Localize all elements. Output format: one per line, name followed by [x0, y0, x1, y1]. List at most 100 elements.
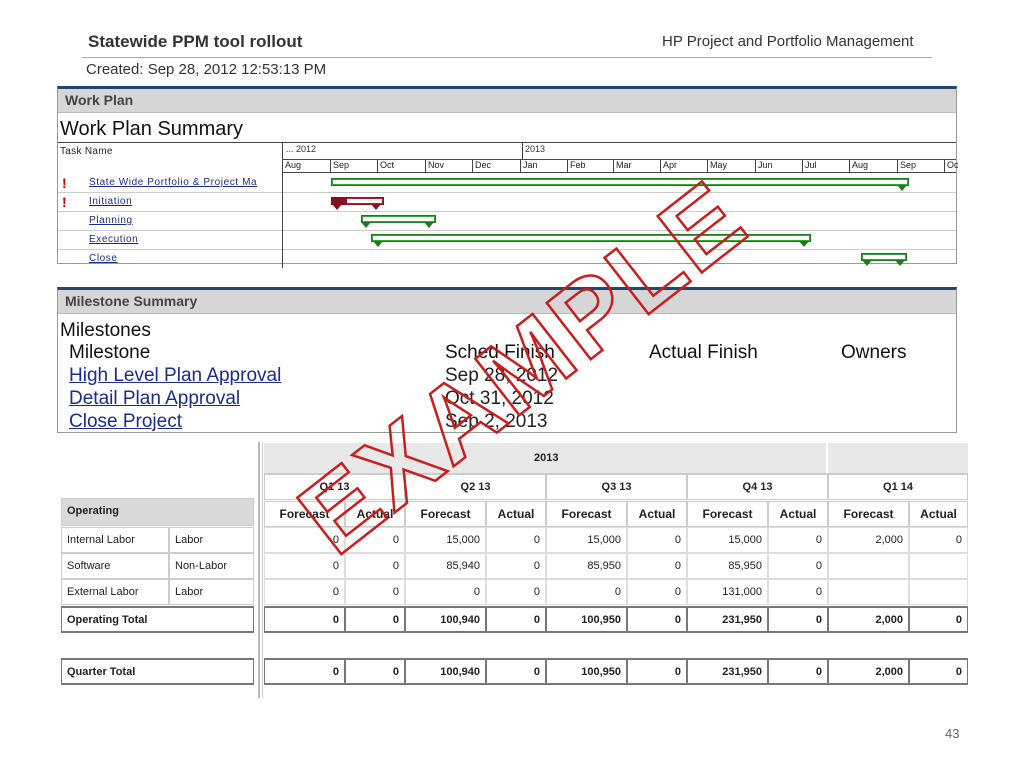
- row-type: Non-Labor: [169, 553, 254, 579]
- month-cell: Dec: [472, 160, 520, 172]
- operating-total-label: Operating Total: [61, 606, 254, 633]
- task-link[interactable]: Planning: [89, 215, 281, 226]
- table-separator: [258, 442, 260, 698]
- sub-header-row: Forecast Actual Forecast Actual Forecast…: [264, 501, 968, 527]
- value-cell: 231,950: [687, 606, 768, 633]
- milestone-heading: Milestone Summary: [65, 293, 198, 309]
- quarter-total-label: Quarter Total: [61, 658, 254, 685]
- row-type: Labor: [169, 579, 254, 605]
- month-cell: Jul: [802, 160, 849, 172]
- priority-flag-icon: !: [62, 175, 67, 191]
- value-cell: 231,950: [687, 658, 768, 685]
- month-cell: Apr: [660, 160, 707, 172]
- value-cell: 100,950: [546, 658, 627, 685]
- value-cell: [909, 553, 968, 579]
- task-link[interactable]: State Wide Portfolio & Project Ma: [89, 177, 281, 188]
- gantt-chart: Task Name ... 2012 2013 Aug Sep Oct Nov …: [58, 142, 959, 268]
- value-cell: 85,950: [546, 553, 627, 579]
- quarter-header: Q1 13: [264, 474, 405, 500]
- row-divider: [282, 192, 283, 211]
- value-cell: 0: [768, 553, 828, 579]
- value-cell: 2,000: [828, 606, 909, 633]
- task-name-header: Task Name: [60, 146, 113, 157]
- actual-header: Actual: [768, 501, 828, 527]
- start-marker-icon: [332, 204, 342, 210]
- start-marker-icon: [862, 260, 872, 266]
- month-cell: Oct: [377, 160, 425, 172]
- forecast-header: Forecast: [264, 501, 345, 527]
- value-cell: [828, 553, 909, 579]
- row-divider: [282, 230, 283, 249]
- value-cell: 0: [345, 606, 405, 633]
- year-label: 2013: [534, 452, 559, 464]
- forecast-header: Forecast: [405, 501, 486, 527]
- value-cell: 0: [345, 527, 405, 553]
- task-row[interactable]: Close: [58, 249, 956, 268]
- value-cell: 0: [909, 527, 968, 553]
- value-cell: 0: [264, 606, 345, 633]
- task-row[interactable]: ! Initiation: [58, 192, 956, 212]
- quarter-header: Q2 13: [405, 474, 546, 500]
- priority-flag-icon: !: [62, 194, 67, 210]
- value-cell: 0: [486, 579, 546, 605]
- task-row[interactable]: Execution: [58, 230, 956, 250]
- milestone-link[interactable]: High Level Plan Approval: [69, 365, 281, 387]
- work-plan-header: Work Plan: [58, 89, 956, 113]
- value-cell: 0: [627, 606, 687, 633]
- quarter-header: Q4 13: [687, 474, 828, 500]
- operating-label: Operating: [61, 498, 254, 526]
- milestone-link[interactable]: Close Project: [69, 411, 182, 433]
- col-milestone: Milestone: [69, 342, 151, 363]
- row-name: External Labor: [61, 579, 169, 605]
- col-sched-finish: Sched Finish: [445, 342, 555, 363]
- value-cell: 0: [909, 606, 968, 633]
- value-cell: 15,000: [405, 527, 486, 553]
- actual-header: Actual: [627, 501, 687, 527]
- row-divider: [282, 173, 283, 192]
- actual-header: Actual: [345, 501, 405, 527]
- value-cell: 15,000: [546, 527, 627, 553]
- value-cell: 0: [345, 579, 405, 605]
- month-cell: Oc: [944, 160, 974, 172]
- month-cell: May: [707, 160, 755, 172]
- value-cell: 0: [627, 553, 687, 579]
- month-cell: Aug: [849, 160, 897, 172]
- value-cell: 0: [486, 553, 546, 579]
- col-owners: Owners: [841, 342, 907, 363]
- finish-marker-icon: [424, 222, 434, 228]
- value-cell: 0: [264, 527, 345, 553]
- task-link[interactable]: Execution: [89, 234, 281, 245]
- table-separator: [262, 442, 263, 698]
- year-label-2013: 2013: [525, 144, 546, 154]
- month-header-row: Aug Sep Oct Nov Dec Jan Feb Mar Apr May …: [282, 159, 959, 173]
- gantt-divider: [282, 143, 283, 160]
- value-cell: 2,000: [828, 658, 909, 685]
- task-row[interactable]: ! State Wide Portfolio & Project Ma: [58, 173, 956, 193]
- month-cell: Aug: [282, 160, 330, 172]
- year-divider: [826, 443, 828, 473]
- quarter-header: Q1 14: [828, 474, 968, 500]
- month-cell: Jun: [755, 160, 802, 172]
- month-cell: Sep: [330, 160, 377, 172]
- page-number: 43: [945, 726, 960, 741]
- col-actual-finish: Actual Finish: [649, 342, 758, 363]
- milestone-link[interactable]: Detail Plan Approval: [69, 388, 240, 410]
- gantt-bar: [371, 234, 811, 242]
- value-cell: 0: [345, 658, 405, 685]
- task-link[interactable]: Close: [89, 253, 281, 264]
- finish-marker-icon: [897, 185, 907, 191]
- month-cell: Feb: [567, 160, 613, 172]
- task-row[interactable]: Planning: [58, 211, 956, 231]
- value-cell: 0: [768, 527, 828, 553]
- value-cell: 0: [627, 527, 687, 553]
- value-cell: 0: [768, 658, 828, 685]
- row-name: Software: [61, 553, 169, 579]
- row-name: Internal Labor: [61, 527, 169, 553]
- milestone-section: Milestone Summary Milestones Milestone S…: [57, 287, 957, 433]
- value-cell: 85,950: [687, 553, 768, 579]
- quarter-header-row: Q1 13 Q2 13 Q3 13 Q4 13 Q1 14: [264, 474, 968, 500]
- year-label-2012: ... 2012: [286, 144, 317, 154]
- value-cell: 100,950: [546, 606, 627, 633]
- task-link[interactable]: Initiation: [89, 196, 281, 207]
- milestone-sched: Sep 2, 2013: [445, 411, 548, 432]
